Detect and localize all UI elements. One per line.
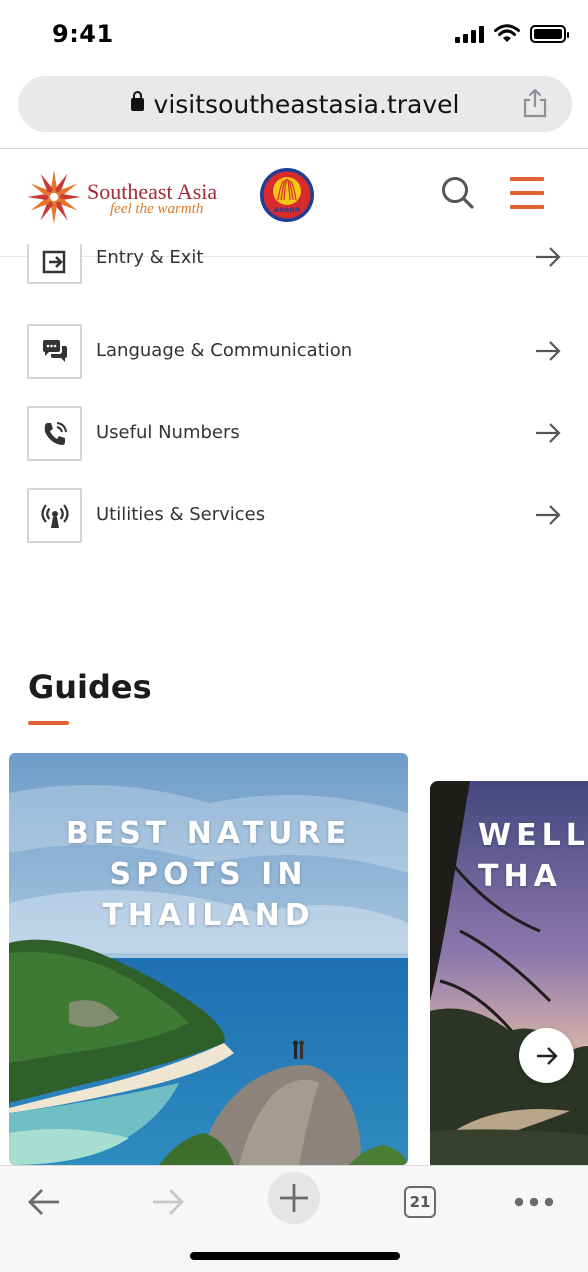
broadcast-icon (27, 488, 82, 543)
brand-tagline: feel the warmth (110, 201, 204, 217)
forward-button[interactable] (146, 1180, 190, 1224)
list-item-label: Useful Numbers (96, 422, 240, 443)
arrow-right-icon[interactable] (534, 244, 562, 270)
status-icons (455, 24, 569, 44)
back-arrow-icon (28, 1189, 59, 1215)
guides-underline (28, 721, 69, 725)
arrow-right-icon[interactable] (534, 338, 562, 364)
site-header: Southeast Asia feel the warmth asean (0, 149, 588, 257)
guide-card[interactable]: BEST NATURE SPOTS IN THAILAND (9, 753, 408, 1165)
guide-card[interactable]: WELL THA (430, 781, 588, 1165)
cellular-signal-icon (455, 25, 484, 43)
address-bar[interactable]: visitsoutheastasia.travel (18, 76, 572, 132)
status-bar: 9:41 (0, 0, 588, 70)
exit-icon (27, 244, 82, 284)
list-item-useful-numbers[interactable]: Useful Numbers (0, 406, 588, 462)
status-time: 9:41 (52, 20, 114, 48)
list-item-label: Utilities & Services (96, 504, 266, 525)
list-item-label: Entry & Exit (96, 247, 204, 268)
list-item-label: Language & Communication (96, 340, 353, 361)
list-item-utilities[interactable]: Utilities & Services (0, 488, 588, 544)
asean-logo-icon[interactable]: asean (259, 167, 315, 223)
list-item-language[interactable]: Language & Communication (0, 324, 588, 380)
back-button[interactable] (22, 1180, 66, 1224)
url-text: visitsoutheastasia.travel (153, 90, 460, 119)
plus-icon (280, 1184, 308, 1212)
tabs-button[interactable]: 21 (398, 1180, 442, 1224)
more-dots-icon (514, 1197, 554, 1207)
more-button[interactable] (512, 1180, 556, 1224)
tab-count: 21 (404, 1186, 436, 1218)
arrow-right-icon (536, 1046, 558, 1065)
guides-heading: Guides (28, 668, 152, 706)
sun-logo-icon[interactable] (26, 169, 82, 225)
hamburger-menu-icon[interactable] (510, 177, 544, 209)
wifi-icon (494, 24, 520, 42)
new-tab-button[interactable] (268, 1172, 320, 1224)
battery-icon (530, 25, 569, 43)
home-indicator[interactable] (190, 1252, 400, 1260)
list-item-entry-exit[interactable]: Entry & Exit (0, 244, 588, 300)
forward-arrow-icon (153, 1189, 184, 1215)
carousel-next-button[interactable] (519, 1028, 574, 1083)
lock-icon (130, 91, 144, 111)
chat-bubbles-icon (27, 324, 82, 379)
share-icon[interactable] (522, 88, 548, 118)
asean-logo-text: asean (274, 205, 301, 214)
arrow-right-icon[interactable] (534, 502, 562, 528)
url-display[interactable]: visitsoutheastasia.travel (18, 90, 572, 119)
guide-card-title: BEST NATURE SPOTS IN THAILAND (65, 816, 352, 933)
phone-icon (27, 406, 82, 461)
arrow-right-icon[interactable] (534, 420, 562, 446)
guide-card-title: WELL THA (478, 818, 588, 894)
search-icon[interactable] (438, 173, 478, 213)
